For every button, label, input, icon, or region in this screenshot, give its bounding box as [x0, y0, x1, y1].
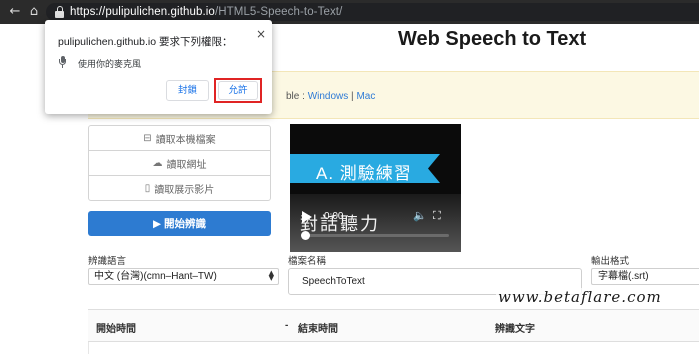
home-icon[interactable]: ⌂ — [26, 4, 42, 20]
hard-drive-icon: ⊟ — [143, 132, 152, 144]
allow-button[interactable]: 允許 — [218, 81, 258, 100]
language-select[interactable]: 中文 (台灣)(cmn–Hant–TW) ▲ ▼ — [88, 268, 279, 285]
source-panel: ⊟ 讀取本機檔案 ☁ 讀取網址 ▯ 讀取展示影片 ▶ 開始辨識 — [88, 125, 271, 236]
result-table-header: 開始時間 - 結束時間 辨識文字 — [88, 309, 699, 342]
lock-icon[interactable] — [55, 6, 64, 18]
permission-text: 使用你的麥克風 — [78, 59, 142, 69]
back-arrow-icon[interactable]: ← — [7, 4, 23, 20]
mac-link[interactable]: Mac — [356, 91, 375, 102]
start-recognition-button[interactable]: ▶ 開始辨識 — [88, 211, 271, 236]
select-arrows-icon: ▲ ▼ — [268, 269, 274, 282]
col-recognized-text: 辨識文字 — [495, 324, 535, 335]
col-end-time: 結束時間 — [298, 324, 338, 335]
bookmark-icon: ▯ — [144, 182, 151, 194]
close-icon[interactable]: × — [256, 28, 266, 40]
load-url-button[interactable]: ☁ 讀取網址 — [88, 150, 271, 176]
video-time: 0:00 — [324, 211, 344, 222]
address-bar[interactable]: https://pulipulichen.github.io/HTML5-Spe… — [46, 3, 699, 21]
col-separator: - — [285, 320, 289, 331]
load-demo-video-button[interactable]: ▯ 讀取展示影片 — [88, 175, 271, 201]
output-format-select[interactable]: 字幕檔(.srt) — [591, 268, 699, 285]
result-table-body — [88, 342, 699, 354]
url-text: https://pulipulichen.github.io/HTML5-Spe… — [70, 6, 343, 18]
play-icon[interactable] — [302, 211, 312, 223]
load-local-file-button[interactable]: ⊟ 讀取本機檔案 — [88, 125, 271, 151]
volume-icon[interactable]: 🔈 — [413, 210, 427, 222]
col-start-time: 開始時間 — [96, 324, 136, 335]
video-player[interactable]: A. 測驗練習 對話聽力 0:00 🔈 ⛶ — [290, 124, 461, 252]
watermark: www.betaflare.com — [496, 288, 664, 306]
video-progress-handle[interactable] — [301, 231, 310, 240]
notice-text: ble : Windows | Mac — [286, 91, 376, 102]
page-title: Web Speech to Text — [398, 28, 587, 50]
popup-title: pulipulichen.github.io 要求下列權限： — [58, 36, 233, 48]
microphone-icon — [59, 56, 66, 68]
video-banner-text: A. 測驗練習 — [316, 164, 412, 183]
language-label: 辨識語言 — [88, 256, 127, 267]
fullscreen-icon[interactable]: ⛶ — [433, 210, 445, 222]
output-format-label: 輸出格式 — [591, 256, 630, 267]
video-progress-track[interactable] — [304, 234, 449, 237]
filename-label: 檔案名稱 — [288, 256, 327, 267]
windows-link[interactable]: Windows — [308, 91, 349, 102]
block-button[interactable]: 封鎖 — [166, 80, 209, 101]
cloud-icon: ☁ — [152, 157, 163, 169]
